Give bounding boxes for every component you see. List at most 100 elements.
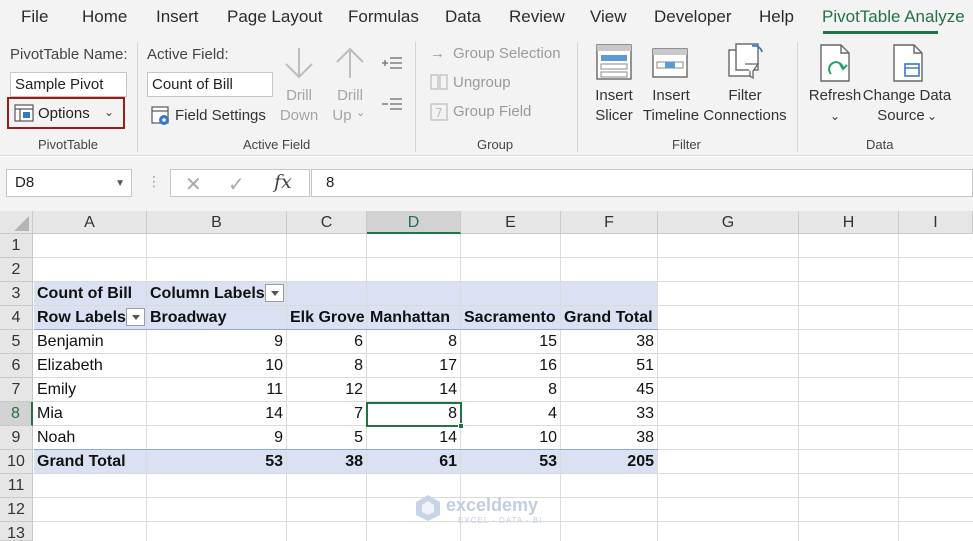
- pivot-cell[interactable]: 8: [370, 330, 457, 354]
- expand-field-icon[interactable]: [381, 55, 403, 71]
- pivot-cell[interactable]: 12: [290, 378, 363, 402]
- menu-file[interactable]: File: [21, 7, 48, 27]
- pivot-cell[interactable]: 10: [464, 426, 557, 450]
- confirm-icon[interactable]: ✓: [228, 172, 245, 197]
- pivot-cell[interactable]: 6: [290, 330, 363, 354]
- menu-page-layout[interactable]: Page Layout: [227, 7, 322, 27]
- ungroup-button[interactable]: Ungroup: [453, 74, 511, 91]
- pivot-grand-total-label[interactable]: Grand Total: [37, 450, 126, 474]
- pivot-col-header[interactable]: Sacramento: [464, 306, 556, 330]
- pivot-row-label[interactable]: Emily: [37, 378, 76, 402]
- pivot-grand-total-cell[interactable]: 53: [150, 450, 283, 474]
- row-header-7[interactable]: 7: [0, 378, 33, 402]
- insert-slicer-label-2[interactable]: Slicer: [592, 106, 636, 126]
- drill-up-label-1[interactable]: Drill: [331, 86, 369, 106]
- pivot-cell[interactable]: 10: [150, 354, 283, 378]
- pivot-value-field[interactable]: Count of Bill: [37, 282, 132, 306]
- pivot-row-label[interactable]: Mia: [37, 402, 63, 426]
- formula-input[interactable]: 8: [311, 169, 973, 197]
- column-header-i[interactable]: I: [899, 211, 973, 234]
- pivot-cell[interactable]: 7: [290, 402, 363, 426]
- pivot-row-label[interactable]: Elizabeth: [37, 354, 103, 378]
- pivot-grand-total-cell[interactable]: 61: [370, 450, 457, 474]
- drill-down-label-2[interactable]: Down: [278, 106, 320, 126]
- pivot-cell[interactable]: 9: [150, 330, 283, 354]
- pivot-cell[interactable]: 38: [564, 426, 654, 450]
- fill-handle[interactable]: [458, 423, 464, 429]
- column-header-c[interactable]: C: [287, 211, 367, 234]
- row-header-8[interactable]: 8: [0, 402, 33, 426]
- pivot-cell[interactable]: 4: [464, 402, 557, 426]
- change-data-source-label-1[interactable]: Change Data: [862, 86, 952, 106]
- name-box[interactable]: D8 ▼: [6, 169, 132, 197]
- pivot-cell[interactable]: 14: [370, 426, 457, 450]
- pivot-grand-total-cell[interactable]: 38: [290, 450, 363, 474]
- pivot-cell[interactable]: 11: [150, 378, 283, 402]
- column-labels-filter-button[interactable]: [265, 284, 284, 302]
- row-header-6[interactable]: 6: [0, 354, 33, 378]
- column-header-g[interactable]: G: [658, 211, 799, 234]
- row-header-4[interactable]: 4: [0, 306, 33, 330]
- refresh-button[interactable]: Refresh: [808, 86, 862, 106]
- pivot-grand-total-cell[interactable]: 205: [564, 450, 654, 474]
- column-header-e[interactable]: E: [461, 211, 561, 234]
- menu-developer[interactable]: Developer: [654, 7, 732, 27]
- column-header-a[interactable]: A: [33, 211, 147, 234]
- change-data-source-label-2[interactable]: Source: [876, 106, 926, 126]
- pivot-cell[interactable]: 8: [464, 378, 557, 402]
- row-header-12[interactable]: 12: [0, 498, 33, 522]
- column-header-f[interactable]: F: [561, 211, 658, 234]
- select-all-corner[interactable]: [0, 211, 33, 234]
- pivot-row-label[interactable]: Noah: [37, 426, 75, 450]
- menu-formulas[interactable]: Formulas: [348, 7, 419, 27]
- row-header-9[interactable]: 9: [0, 426, 33, 450]
- pivot-cell[interactable]: 9: [150, 426, 283, 450]
- pivot-row-labels[interactable]: Row Labels: [37, 306, 126, 330]
- filter-connections-label-1[interactable]: Filter: [722, 86, 768, 106]
- group-selection-button[interactable]: Group Selection: [453, 45, 561, 62]
- row-header-5[interactable]: 5: [0, 330, 33, 354]
- pivot-cell[interactable]: 8: [290, 354, 363, 378]
- drill-up-label-2[interactable]: Up: [331, 106, 353, 126]
- insert-timeline-label-2[interactable]: Timeline: [641, 106, 701, 126]
- drill-down-label-1[interactable]: Drill: [280, 86, 318, 106]
- filter-connections-label-2[interactable]: Connections: [703, 106, 787, 126]
- menu-view[interactable]: View: [590, 7, 627, 27]
- row-header-3[interactable]: 3: [0, 282, 33, 306]
- pivot-cell[interactable]: 16: [464, 354, 557, 378]
- group-field-button[interactable]: Group Field: [453, 103, 531, 120]
- column-header-d[interactable]: D: [367, 211, 461, 234]
- pivot-cell[interactable]: 45: [564, 378, 654, 402]
- column-header-h[interactable]: H: [799, 211, 899, 234]
- row-header-11[interactable]: 11: [0, 474, 33, 498]
- row-header-10[interactable]: 10: [0, 450, 33, 474]
- menu-review[interactable]: Review: [509, 7, 565, 27]
- cancel-icon[interactable]: ✕: [185, 172, 202, 197]
- pivot-column-labels[interactable]: Column Labels: [150, 282, 265, 306]
- pivot-row-label[interactable]: Benjamin: [37, 330, 104, 354]
- pivot-cell[interactable]: 5: [290, 426, 363, 450]
- pivot-col-header[interactable]: Manhattan: [370, 306, 450, 330]
- pivot-cell[interactable]: 38: [564, 330, 654, 354]
- pivot-cell[interactable]: 14: [150, 402, 283, 426]
- pivot-cell[interactable]: 15: [464, 330, 557, 354]
- collapse-field-icon[interactable]: [381, 96, 403, 112]
- column-header-b[interactable]: B: [147, 211, 287, 234]
- pivot-cell[interactable]: 33: [564, 402, 654, 426]
- insert-function-icon[interactable]: fx: [274, 171, 292, 193]
- pivot-cell[interactable]: 14: [370, 378, 457, 402]
- pivot-col-header[interactable]: Elk Grove: [290, 306, 365, 330]
- insert-timeline-label-1[interactable]: Insert: [648, 86, 694, 106]
- menu-home[interactable]: Home: [82, 7, 127, 27]
- active-field-input[interactable]: Count of Bill: [147, 72, 273, 97]
- pivot-col-header[interactable]: Broadway: [150, 306, 226, 330]
- menu-pivottable-analyze[interactable]: PivotTable Analyze: [822, 7, 965, 27]
- menu-insert[interactable]: Insert: [156, 7, 199, 27]
- row-header-1[interactable]: 1: [0, 234, 33, 258]
- row-header-2[interactable]: 2: [0, 258, 33, 282]
- pivot-cell[interactable]: 17: [370, 354, 457, 378]
- menu-data[interactable]: Data: [445, 7, 481, 27]
- pivot-col-header[interactable]: Grand Total: [564, 306, 653, 330]
- insert-slicer-label-1[interactable]: Insert: [592, 86, 636, 106]
- pivot-grand-total-cell[interactable]: 53: [464, 450, 557, 474]
